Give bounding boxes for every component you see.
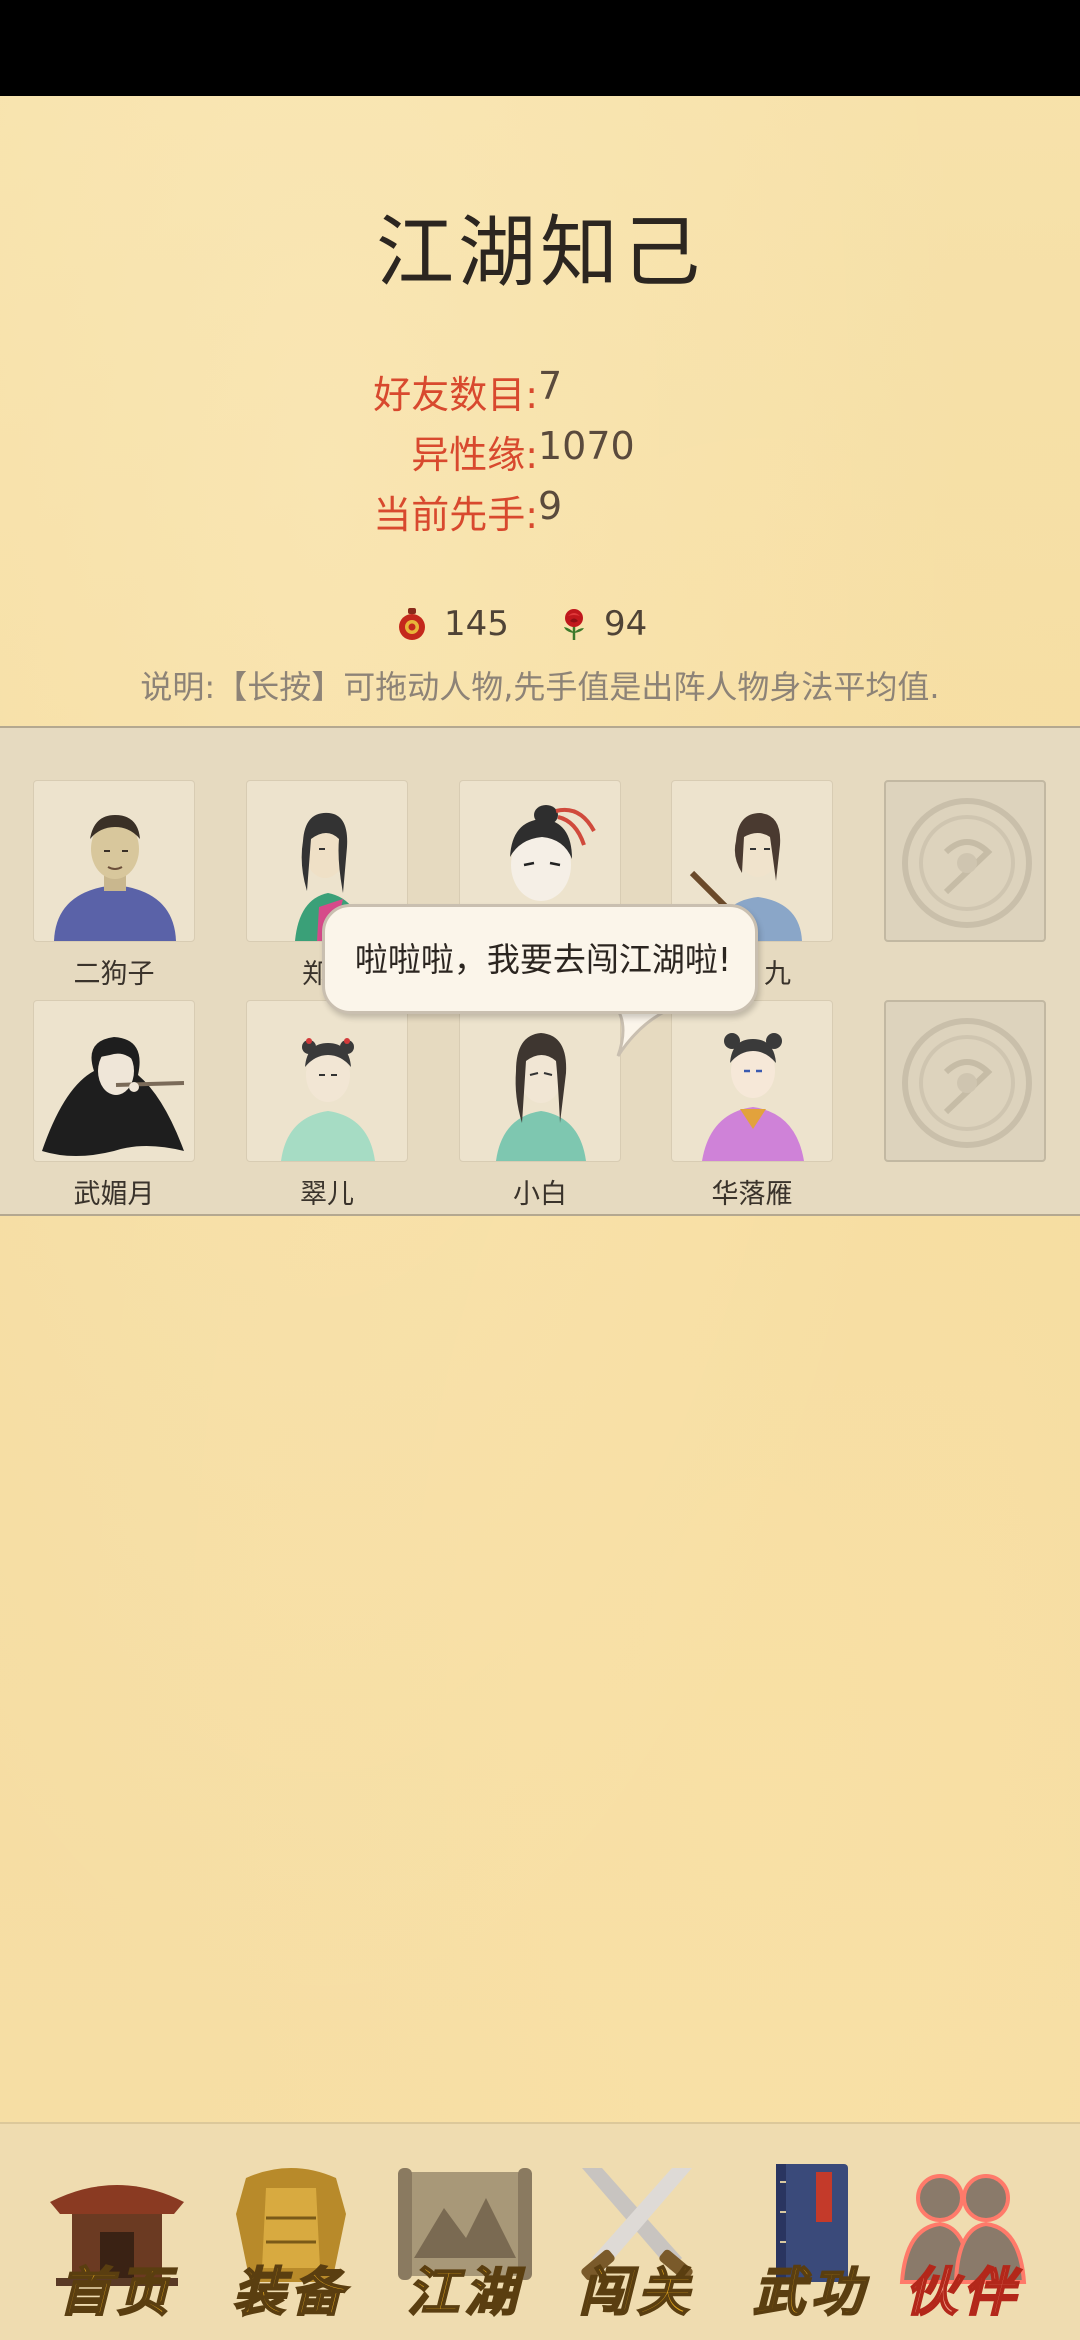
nav-label: 首页 [58,2261,175,2324]
nav-label: 江湖 [406,2261,523,2324]
nav-label: 武功 [752,2261,869,2324]
companion-slot[interactable] [671,1000,833,1162]
portrait-maid-green [281,1038,375,1161]
companion-name: 武媚月 [73,1179,155,1210]
nav-challenge[interactable]: 闯关 [562,2158,712,2324]
stat-value: 9 [538,484,563,528]
nav-equipment[interactable]: 装备 [216,2158,366,2324]
instruction-text: 说明:【长按】可拖动人物,先手值是出阵人物身法平均值. [140,668,940,706]
speech-bubble-tail [615,1008,674,1057]
empty-slot[interactable] [884,780,1046,942]
page-title: 江湖知己 [375,208,704,298]
stat-initiative: 当前先手: 9 [0,484,1080,540]
status-bar [0,0,1080,96]
companion-name: 华落雁 [711,1179,793,1210]
rose-icon [564,609,584,640]
portrait-young-man-teal [496,1033,586,1161]
bottom-nav: 首页 装备 江湖 闯关 武功 伙伴 [0,2122,1080,2340]
companion-slot[interactable] [33,1000,195,1162]
companion-name: 翠儿 [300,1179,354,1210]
stat-charm: 异性缘: 1070 [0,424,1080,480]
stat-label: 好友数目: [373,373,538,417]
empty-slot-emblem-icon [902,798,1032,928]
stat-label: 异性缘: [411,433,538,477]
rose-count: 94 [604,604,648,644]
gourd-icon [399,608,425,640]
empty-slot[interactable] [884,1000,1046,1162]
stat-value: 7 [538,364,563,408]
companion-slot[interactable] [246,1000,408,1162]
companion-slot[interactable] [33,780,195,942]
stat-label: 当前先手: [373,493,538,537]
speech-text: 啦啦啦，我要去闯江湖啦! [354,940,732,979]
companion-name: 小白 [513,1179,567,1210]
nav-label: 装备 [232,2261,349,2324]
empty-slot-emblem-icon [902,1018,1032,1148]
nav-home[interactable]: 首页 [42,2158,192,2324]
currency-row: 145 94 [0,598,1080,658]
speech-bubble: 啦啦啦，我要去闯江湖啦! [322,904,758,1014]
companion-name: 二狗子 [73,959,155,990]
stat-value: 1070 [538,424,635,468]
nav-companions[interactable]: 伙伴 [888,2158,1038,2324]
portrait-woman-flute [42,1037,185,1156]
nav-martial-arts[interactable]: 武功 [736,2158,886,2324]
gourd-count: 145 [444,604,509,644]
nav-label: 伙伴 [904,2261,1021,2324]
companion-slot[interactable] [459,1000,621,1162]
nav-jianghu[interactable]: 江湖 [390,2158,540,2324]
stat-friends-count: 好友数目: 7 [0,364,1080,420]
portrait-man-blue-robe [54,815,176,941]
nav-label: 闯关 [578,2261,695,2324]
portrait-woman-purple [702,1033,804,1161]
